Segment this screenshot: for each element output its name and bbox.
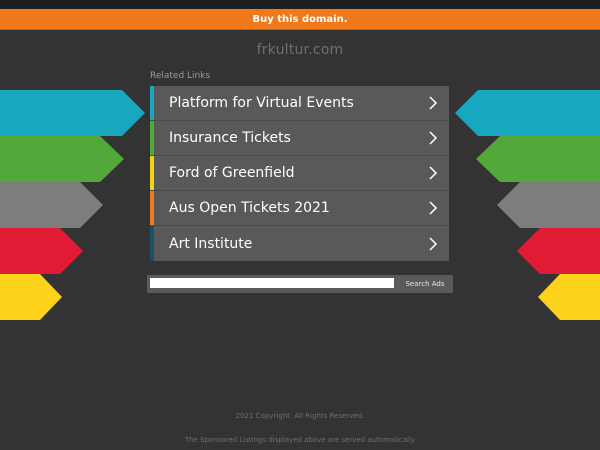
related-link-label: Aus Open Tickets 2021: [169, 200, 330, 216]
chevron-right-icon: [427, 121, 439, 155]
related-link-label: Platform for Virtual Events: [169, 95, 354, 111]
arrow-decoration-right: [455, 90, 600, 320]
search-input[interactable]: [150, 278, 394, 288]
chevron-right-icon: [427, 86, 439, 120]
left-arrow-teal: [0, 90, 145, 136]
right-arrow-red: [517, 228, 600, 274]
chevron-right-icon: [427, 226, 439, 261]
link-color-stripe: [150, 86, 154, 120]
related-link-art-institute[interactable]: Art Institute: [150, 226, 449, 261]
related-link-insurance-tickets[interactable]: Insurance Tickets: [150, 121, 449, 156]
left-arrow-green: [0, 136, 124, 182]
related-link-aus-open-tickets-2021[interactable]: Aus Open Tickets 2021: [150, 191, 449, 226]
domain-title: frkultur.com: [256, 42, 344, 58]
left-arrow-yellow: [0, 274, 62, 320]
related-links-label: Related Links: [150, 71, 211, 81]
footer-disclaimer: The Sponsored Listings displayed above a…: [184, 436, 416, 444]
link-color-stripe: [150, 191, 154, 225]
left-arrow-red: [0, 228, 83, 274]
link-color-stripe: [150, 226, 154, 261]
left-arrow-gray: [0, 182, 103, 228]
arrow-decoration-left: [0, 90, 145, 320]
right-arrow-gray: [497, 182, 600, 228]
related-links-list: Platform for Virtual Events Insurance Ti…: [150, 86, 449, 261]
link-color-stripe: [150, 156, 154, 190]
related-link-label: Ford of Greenfield: [169, 165, 295, 181]
related-link-label: Insurance Tickets: [169, 130, 291, 146]
search-ads-button[interactable]: Search Ads: [397, 275, 453, 293]
right-arrow-green: [476, 136, 600, 182]
search-ads-bar: Search Ads: [147, 275, 453, 293]
chevron-right-icon: [427, 156, 439, 190]
related-link-platform-for-virtual-events[interactable]: Platform for Virtual Events: [150, 86, 449, 121]
right-arrow-yellow: [538, 274, 600, 320]
related-link-ford-of-greenfield[interactable]: Ford of Greenfield: [150, 156, 449, 191]
right-arrow-teal: [455, 90, 600, 136]
link-color-stripe: [150, 121, 154, 155]
related-link-label: Art Institute: [169, 235, 253, 252]
footer-copyright: 2021 Copyright. All Rights Reserved.: [235, 412, 365, 420]
chevron-right-icon: [427, 191, 439, 225]
buy-domain-banner[interactable]: Buy this domain.: [0, 9, 600, 30]
